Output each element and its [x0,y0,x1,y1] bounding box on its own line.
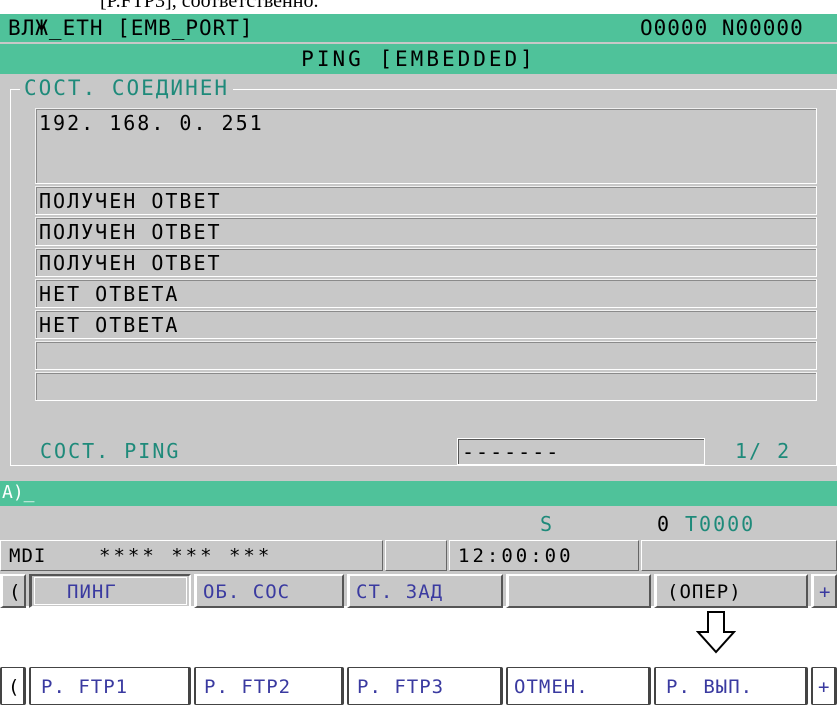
result-row: ПОЛУЧЕН ОТВЕТ [35,248,817,277]
softkey-empty[interactable] [506,574,651,608]
spindle-value: 0 [657,512,672,536]
softkey-cancel[interactable]: ОТМЕН. [506,667,651,705]
ping-status-label: СОСТ. PING [40,439,181,463]
left-bracket-icon: ( [9,581,22,603]
mode-text: MDI [9,545,47,567]
softkey-label: СТ. ЗАД [356,581,444,603]
softkey-ftp2[interactable]: Р. FTP2 [194,667,344,705]
softkey-bar: ( ПИНГ ОБ. СОС СТ. ЗАД (ОПЕР) + [0,574,837,608]
spindle-status-line: S 0 T0000 [0,508,837,538]
mode-status: **** *** *** [99,545,273,567]
section-title: СОСТ. СОЕДИНЕН [20,76,234,100]
screen-subtitle: PING [EMBEDDED] [301,47,536,71]
address-field[interactable]: 192. 168. 0. 251 [35,108,817,184]
softkey-label: ОБ. СОС [203,581,291,603]
softkey-task-status[interactable]: СТ. ЗАД [347,574,503,608]
ping-status-value: ------- [462,440,561,464]
address-value: 192. 168. 0. 251 [39,111,264,135]
title-bar: ВЛЖ_ETH [EMB_PORT] O0000 N00000 [0,14,837,42]
softkey-return[interactable]: ( [0,667,26,705]
result-row: ПОЛУЧЕН ОТВЕТ [35,186,817,215]
softkey-ftp1[interactable]: Р. FTP1 [29,667,191,705]
softkey-return[interactable]: ( [0,574,26,608]
ping-status-field: ------- [457,438,705,465]
softkey-ping[interactable]: ПИНГ [29,574,191,608]
clock-cell: 12:00:00 [449,540,639,571]
softkey-next[interactable]: + [811,667,837,705]
mode-blank-cell [385,540,447,571]
key-input-line[interactable]: A)_ [0,481,837,506]
result-row [35,372,817,401]
softkey-label: Р. ВЫП. [666,676,754,698]
result-row [35,341,817,370]
softkey-next[interactable]: + [811,574,837,608]
softkey-operation[interactable]: (ОПЕР) [654,574,808,608]
input-prompt: A)_ [2,482,35,503]
mode-cell: MDI **** *** *** [0,540,383,571]
softkey-ftp3[interactable]: Р. FTP3 [347,667,503,705]
plus-icon: + [818,676,831,698]
softkey-execute[interactable]: Р. ВЫП. [654,667,808,705]
spindle-label: S [540,512,553,536]
softkey-label: ПИНГ [67,581,117,603]
operation-softkey-bar: ( Р. FTP1 Р. FTP2 Р. FTP3 ОТМЕН. Р. ВЫП.… [0,667,837,705]
screen-title: ВЛЖ_ETH [EMB_PORT] [8,16,254,40]
softkey-label: (ОПЕР) [667,581,742,603]
caption-text: [P.FTP3], соответственно. [100,0,319,12]
tool-number: T0000 [685,512,756,536]
softkey-connection-status[interactable]: ОБ. СОС [194,574,344,608]
program-number: O0000 N00000 [640,16,804,40]
cnc-screen: ВЛЖ_ETH [EMB_PORT] O0000 N00000 PING [EM… [0,14,837,608]
page-indicator: 1/ 2 [735,439,792,463]
result-row: НЕТ ОТВЕТА [35,310,817,339]
softkey-label: Р. FTP2 [204,676,292,698]
softkey-label: Р. FTP3 [357,676,445,698]
result-row: НЕТ ОТВЕТА [35,279,817,308]
mode-bar: MDI **** *** *** 12:00:00 [0,540,837,571]
result-row: ПОЛУЧЕН ОТВЕТ [35,217,817,246]
mode-empty-cell [641,540,837,571]
subtitle-bar: PING [EMBEDDED] [0,44,837,74]
clock-time: 12:00:00 [458,545,574,567]
left-bracket-icon: ( [8,676,21,698]
softkey-label: Р. FTP1 [41,676,129,698]
softkey-label: ОТМЕН. [514,676,589,698]
down-arrow-icon [696,611,736,654]
plus-icon: + [819,581,832,603]
